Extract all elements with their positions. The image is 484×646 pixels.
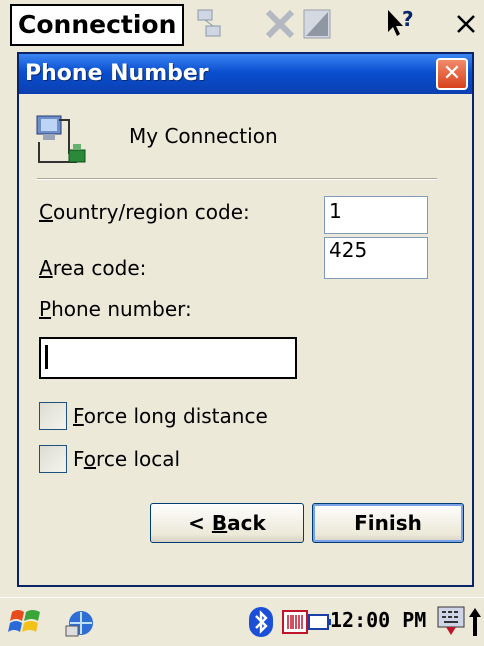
force-local-label[interactable]: Force local: [73, 447, 180, 471]
barcode-icon[interactable]: [282, 610, 308, 634]
delete-icon[interactable]: [262, 6, 298, 42]
keyboard-icon[interactable]: [436, 604, 466, 638]
properties-icon[interactable]: [300, 6, 336, 42]
phone-number-dialog: Phone Number ✕ My Connection Country/reg…: [17, 52, 474, 587]
connection-icon: [36, 115, 86, 163]
force-long-distance-label[interactable]: Force long distance: [73, 404, 268, 428]
up-arrow-icon[interactable]: [468, 606, 482, 638]
app-toolbar: Connection ?: [0, 0, 484, 52]
close-app-icon[interactable]: [448, 6, 484, 42]
connection-name: My Connection: [129, 124, 278, 148]
text-caret: [45, 345, 48, 369]
network-properties-icon[interactable]: [192, 6, 228, 42]
country-code-input[interactable]: 1: [324, 196, 428, 234]
connection-menu-button[interactable]: Connection: [10, 4, 184, 46]
phone-number-input[interactable]: [39, 337, 297, 379]
force-local-checkbox[interactable]: [39, 445, 67, 473]
help-icon[interactable]: ?: [382, 6, 418, 42]
close-icon[interactable]: ✕: [436, 58, 468, 90]
svg-text:?: ?: [402, 7, 414, 31]
network-icon[interactable]: [64, 606, 98, 640]
back-button[interactable]: < Back: [150, 503, 304, 543]
start-icon[interactable]: [8, 604, 44, 640]
finish-button[interactable]: Finish: [312, 503, 464, 543]
country-code-label: Country/region code:: [39, 200, 250, 224]
separator: [37, 178, 437, 180]
battery-icon[interactable]: [308, 613, 332, 631]
clock[interactable]: 12:00 PM: [330, 608, 426, 632]
dialog-title: Phone Number: [19, 54, 472, 94]
taskbar: 12:00 PM: [0, 597, 484, 646]
area-code-label: Area code:: [39, 256, 147, 280]
bluetooth-icon[interactable]: [248, 606, 274, 638]
area-code-input[interactable]: 425: [324, 237, 428, 279]
force-long-distance-checkbox[interactable]: [39, 402, 67, 430]
phone-number-label: Phone number:: [39, 297, 192, 321]
